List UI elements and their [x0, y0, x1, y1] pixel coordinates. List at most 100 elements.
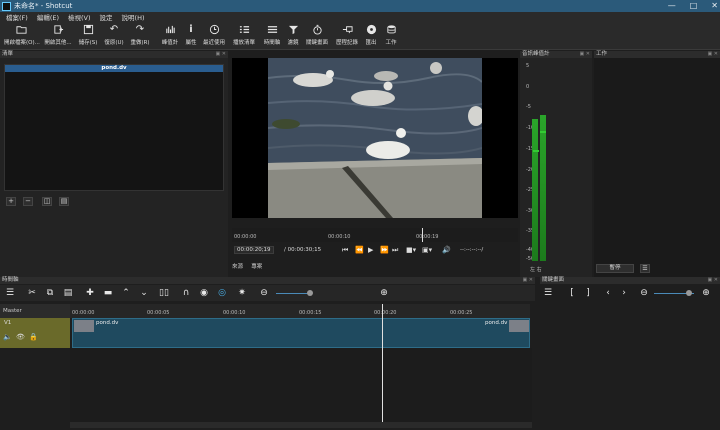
filters-button[interactable]: 濾鏡 — [285, 24, 301, 46]
zoom-out-icon[interactable]: ⊖ — [638, 287, 650, 299]
clip-label: pond.dv — [96, 320, 119, 326]
menu-edit[interactable]: 編輯(E) — [37, 12, 59, 22]
overwrite-icon[interactable]: ⌄ — [138, 287, 150, 299]
skip-previous-icon[interactable]: ⏮ — [342, 246, 348, 255]
timeline-button[interactable]: 時間軸 — [262, 24, 282, 46]
play-icon[interactable]: ▶ — [368, 246, 373, 254]
keyframes-zoom-handle[interactable] — [686, 290, 692, 296]
timeline-scrollbar[interactable] — [70, 422, 532, 428]
volume-icon[interactable]: 🔊 — [442, 246, 451, 254]
tab-project[interactable]: 專案 — [251, 264, 262, 270]
timeline-ruler[interactable]: 00:00:00 00:00:05 00:00:10 00:00:15 00:0… — [70, 304, 530, 318]
eye-icon[interactable]: 👁 — [16, 333, 25, 341]
open-other-button[interactable]: 開啟其他... — [41, 24, 75, 46]
lift-icon[interactable]: ⌃ — [120, 287, 132, 299]
history-button[interactable]: 歷程記錄 — [334, 24, 360, 46]
scrub-tick: 00:00:10 — [328, 234, 351, 240]
set-in-icon[interactable]: [ — [566, 287, 578, 299]
menu-icon[interactable]: ▤ — [59, 197, 69, 206]
scrub-icon[interactable]: ◉ — [198, 287, 210, 299]
zoom-slider-handle[interactable] — [307, 290, 313, 296]
stopwatch-icon — [312, 24, 322, 35]
scrub-playhead[interactable] — [422, 228, 423, 242]
redo-button[interactable]: ↷ 重做(R) — [130, 24, 150, 46]
peak-hold-marker — [533, 150, 539, 152]
ripple-delete-icon[interactable]: ▬ — [102, 287, 114, 299]
timeline-toolbar: ☰ ✂ ⧉ ▤ ✚ ▬ ⌃ ⌄ ▯▯ ∩ ◉ ◎ ✷ ⊖ ⊕ — [0, 285, 535, 301]
remove-icon[interactable]: − — [23, 197, 33, 206]
snap-icon[interactable]: ∩ — [180, 287, 192, 299]
playlist-item[interactable]: pond.dv — [5, 65, 223, 72]
next-keyframe-icon[interactable]: › — [618, 287, 630, 299]
ruler-tick: 00:00:10 — [223, 310, 246, 316]
ripple-all-icon[interactable]: ✷ — [236, 287, 248, 299]
jobs-button[interactable]: 工作 — [382, 24, 400, 46]
ruler-tick: 00:00:00 — [72, 310, 95, 316]
playlist-list[interactable]: pond.dv — [4, 64, 224, 191]
ruler-tick: 00:00:15 — [299, 310, 322, 316]
add-icon[interactable]: + — [6, 197, 16, 206]
menu-file[interactable]: 檔案(F) — [6, 12, 28, 22]
meter-scale-label: -5 — [526, 104, 531, 110]
keyframes-panel: 關鍵畫面 ▣ ✕ ☰ [ ] ‹ › ⊖ ⊕ — [540, 277, 720, 430]
master-track-header: Master — [0, 304, 70, 318]
menu-help[interactable]: 說明(H) — [122, 12, 145, 22]
track-header-v1[interactable]: V1 🔈 👁 🔒 — [0, 318, 70, 348]
panel-float-close-icon[interactable]: ▣ ✕ — [522, 277, 533, 284]
copy-icon[interactable]: ⧉ — [44, 287, 56, 299]
close-icon[interactable]: ✕ — [711, 1, 718, 10]
panel-float-close-icon[interactable]: ▣ ✕ — [215, 51, 226, 58]
undo-icon: ↶ — [109, 24, 119, 35]
zoom-in-icon[interactable]: ⊕ — [700, 287, 712, 299]
panel-float-close-icon[interactable]: ▣ ✕ — [707, 51, 718, 58]
tab-source[interactable]: 來源 — [232, 264, 243, 270]
scrub-tick: 00:00:00 — [234, 234, 257, 240]
fast-forward-icon[interactable]: ⏩ — [380, 246, 389, 254]
cut-icon[interactable]: ✂ — [26, 287, 38, 299]
lock-icon[interactable]: 🔒 — [29, 333, 38, 341]
append-icon[interactable]: ✚ — [84, 287, 96, 299]
timeline-clip[interactable]: pond.dv pond.dv — [72, 318, 530, 348]
timeline-empty-area[interactable] — [70, 348, 532, 422]
save-icon — [83, 24, 93, 35]
update-icon[interactable]: ◫ — [42, 197, 52, 206]
recent-button[interactable]: 最近使用 — [202, 24, 226, 46]
grid-icon[interactable]: ■▾ — [406, 246, 416, 254]
scrub-tick: 00:00:19 — [416, 234, 439, 240]
zoom-icon[interactable]: ▣▾ — [422, 246, 432, 254]
save-button[interactable]: 儲存(S) — [78, 24, 98, 46]
playlist-button[interactable]: 播放清單 — [231, 24, 257, 46]
prev-keyframe-icon[interactable]: ‹ — [602, 287, 614, 299]
position-timecode[interactable]: 00:00:20;19 — [234, 246, 274, 254]
menu-view[interactable]: 檢視(V) — [68, 12, 91, 22]
meter-title: 音訊峰值計 ▣ ✕ — [520, 51, 592, 58]
set-out-icon[interactable]: ] — [582, 287, 594, 299]
panel-float-close-icon[interactable]: ▣ ✕ — [707, 277, 718, 284]
timeline-playhead[interactable] — [382, 304, 383, 422]
split-icon[interactable]: ▯▯ — [158, 287, 170, 299]
pause-button[interactable]: 暫停 — [596, 264, 634, 273]
ripple-icon[interactable]: ◎ — [216, 287, 228, 299]
maximize-icon[interactable]: □ — [690, 1, 698, 10]
minimize-icon[interactable]: — — [668, 1, 676, 10]
menu-settings[interactable]: 設定 — [100, 12, 113, 22]
timeline-menu-icon[interactable]: ☰ — [4, 287, 16, 299]
rewind-icon[interactable]: ⏪ — [355, 246, 364, 254]
peak-meter-button[interactable]: 峰值計 — [160, 24, 180, 46]
paste-icon[interactable]: ▤ — [62, 287, 74, 299]
open-file-button[interactable]: 開啟檔案(O)... — [4, 24, 40, 46]
player-scrubber[interactable]: 00:00:00 00:00:10 00:00:19 — [232, 228, 518, 242]
keyframes-button[interactable]: 關鍵畫面 — [304, 24, 330, 46]
info-icon: i — [189, 24, 193, 35]
keyframes-menu-icon[interactable]: ☰ — [542, 287, 554, 299]
clock-icon — [209, 24, 219, 35]
skip-next-icon[interactable]: ⏭ — [392, 246, 398, 255]
zoom-out-icon[interactable]: ⊖ — [258, 287, 270, 299]
mute-icon[interactable]: 🔈 — [3, 333, 12, 341]
zoom-in-icon[interactable]: ⊕ — [378, 287, 390, 299]
undo-button[interactable]: ↶ 復原(U) — [104, 24, 124, 46]
jobs-menu-icon[interactable]: ☰ — [640, 264, 650, 273]
panel-float-close-icon[interactable]: ▣ ✕ — [579, 51, 590, 58]
export-button[interactable]: 匯出 — [362, 24, 380, 46]
properties-button[interactable]: i 屬性 — [183, 24, 199, 46]
